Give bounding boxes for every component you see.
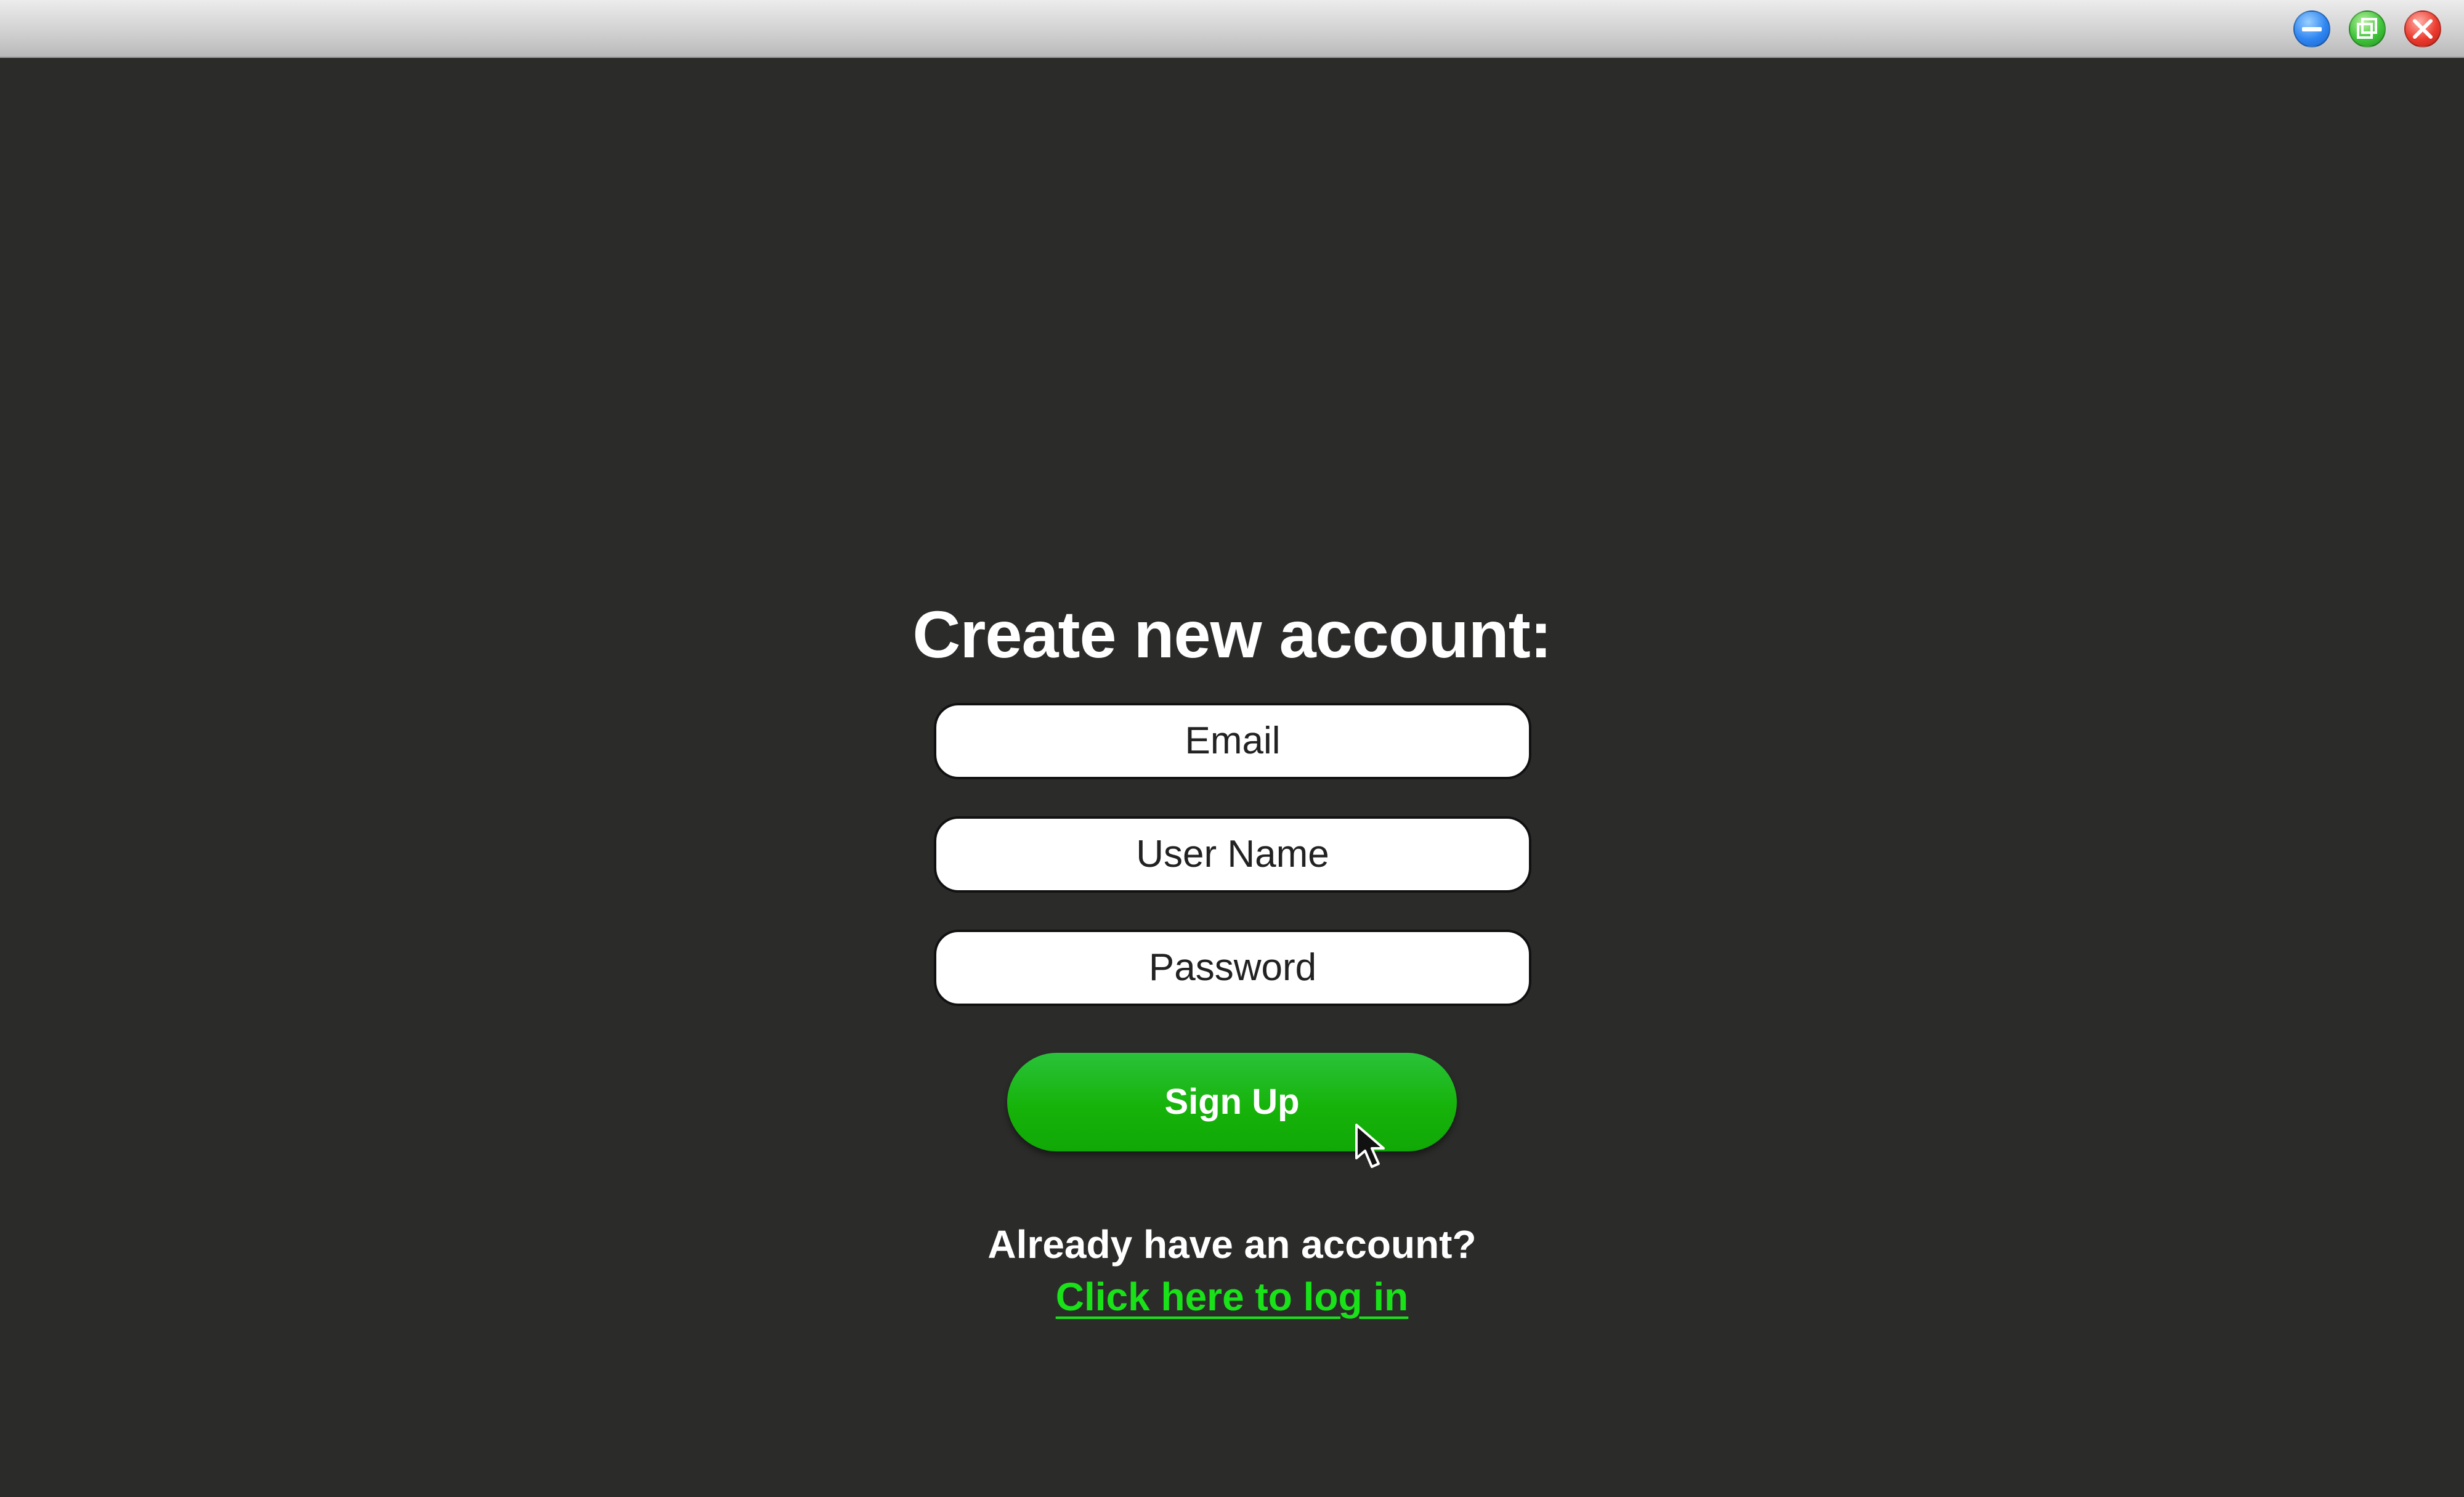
minimize-button[interactable] [2293, 10, 2330, 47]
login-prompt: Already have an account? [987, 1222, 1477, 1267]
mouse-pointer-icon [1355, 1124, 1385, 1168]
close-button[interactable] [2404, 10, 2441, 47]
minimize-icon [2302, 27, 2322, 31]
username-placeholder: User Name [1136, 833, 1329, 875]
page-title: Create new account: [912, 597, 1552, 671]
email-field[interactable]: Email [934, 703, 1531, 779]
window-titlebar [0, 0, 2464, 58]
email-placeholder: Email [1185, 720, 1281, 762]
username-field[interactable]: User Name [934, 816, 1531, 893]
maximize-icon [2357, 18, 2377, 39]
close-icon [2413, 19, 2433, 39]
password-field[interactable]: Password [934, 930, 1531, 1006]
password-placeholder: Password [1148, 946, 1317, 989]
sign-up-label: Sign Up [1164, 1082, 1300, 1122]
maximize-button[interactable] [2349, 10, 2386, 47]
login-link-row: Click here to log in [0, 1269, 2464, 1325]
login-link[interactable]: Click here to log in [1056, 1275, 1409, 1319]
